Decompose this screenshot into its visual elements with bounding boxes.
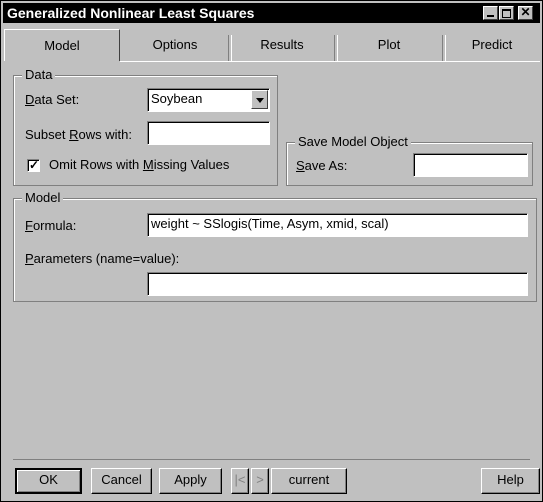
save-as-input[interactable] [413,153,528,177]
tab-options[interactable]: Options [122,29,228,61]
close-button[interactable]: ✕ [518,5,533,20]
maximize-icon [502,9,511,18]
data-group-legend: Data [22,68,56,82]
tab-model[interactable]: Model [4,29,120,61]
current-button[interactable]: current [271,468,347,494]
data-set-label: Data Set: [25,92,80,107]
omit-missing-label[interactable]: Omit Rows with Missing Values [49,157,229,173]
checkmark-icon: ✓ [29,158,40,172]
model-group-legend: Model [22,191,64,205]
formula-input[interactable]: weight ~ SSlogis(Time, Asym, xmid, scal) [147,213,528,237]
close-icon: ✕ [520,5,531,19]
cancel-button[interactable]: Cancel [91,468,152,494]
tab-predict[interactable]: Predict [444,29,540,61]
dialog-window: Generalized Nonlinear Least Squares ✕ Mo… [0,0,543,502]
data-set-select[interactable]: Soybean [147,88,270,112]
subset-rows-label: Subset Rows with: [25,127,132,142]
tab-baseline [120,61,540,62]
tab-plot[interactable]: Plot [336,29,442,61]
window-title: Generalized Nonlinear Least Squares [7,5,255,21]
save-as-label: Save As: [296,158,348,173]
omit-missing-checkbox[interactable]: ✓ [27,158,40,172]
ok-button[interactable]: OK [15,468,82,494]
save-model-group-legend: Save Model Object [295,135,411,149]
minimize-icon [487,15,494,17]
next-button[interactable]: > [251,468,269,494]
formula-label: Formula: [25,218,77,233]
tab-results[interactable]: Results [230,29,334,61]
help-button[interactable]: Help [481,468,540,494]
title-bar[interactable]: Generalized Nonlinear Least Squares ✕ [3,3,540,23]
maximize-button[interactable] [499,6,514,20]
footer-divider [13,459,530,460]
chevron-down-icon [256,98,264,103]
dropdown-button[interactable] [251,90,268,109]
apply-button[interactable]: Apply [159,468,222,494]
parameters-label: Parameters (name=value): [25,251,180,266]
tab-strip: Model Options Results Plot Predict [4,29,540,61]
subset-rows-input[interactable] [147,121,270,145]
data-set-value: Soybean [151,91,203,106]
previous-button[interactable]: |< [231,468,249,494]
parameters-input[interactable] [147,272,528,296]
minimize-button[interactable] [483,6,498,20]
